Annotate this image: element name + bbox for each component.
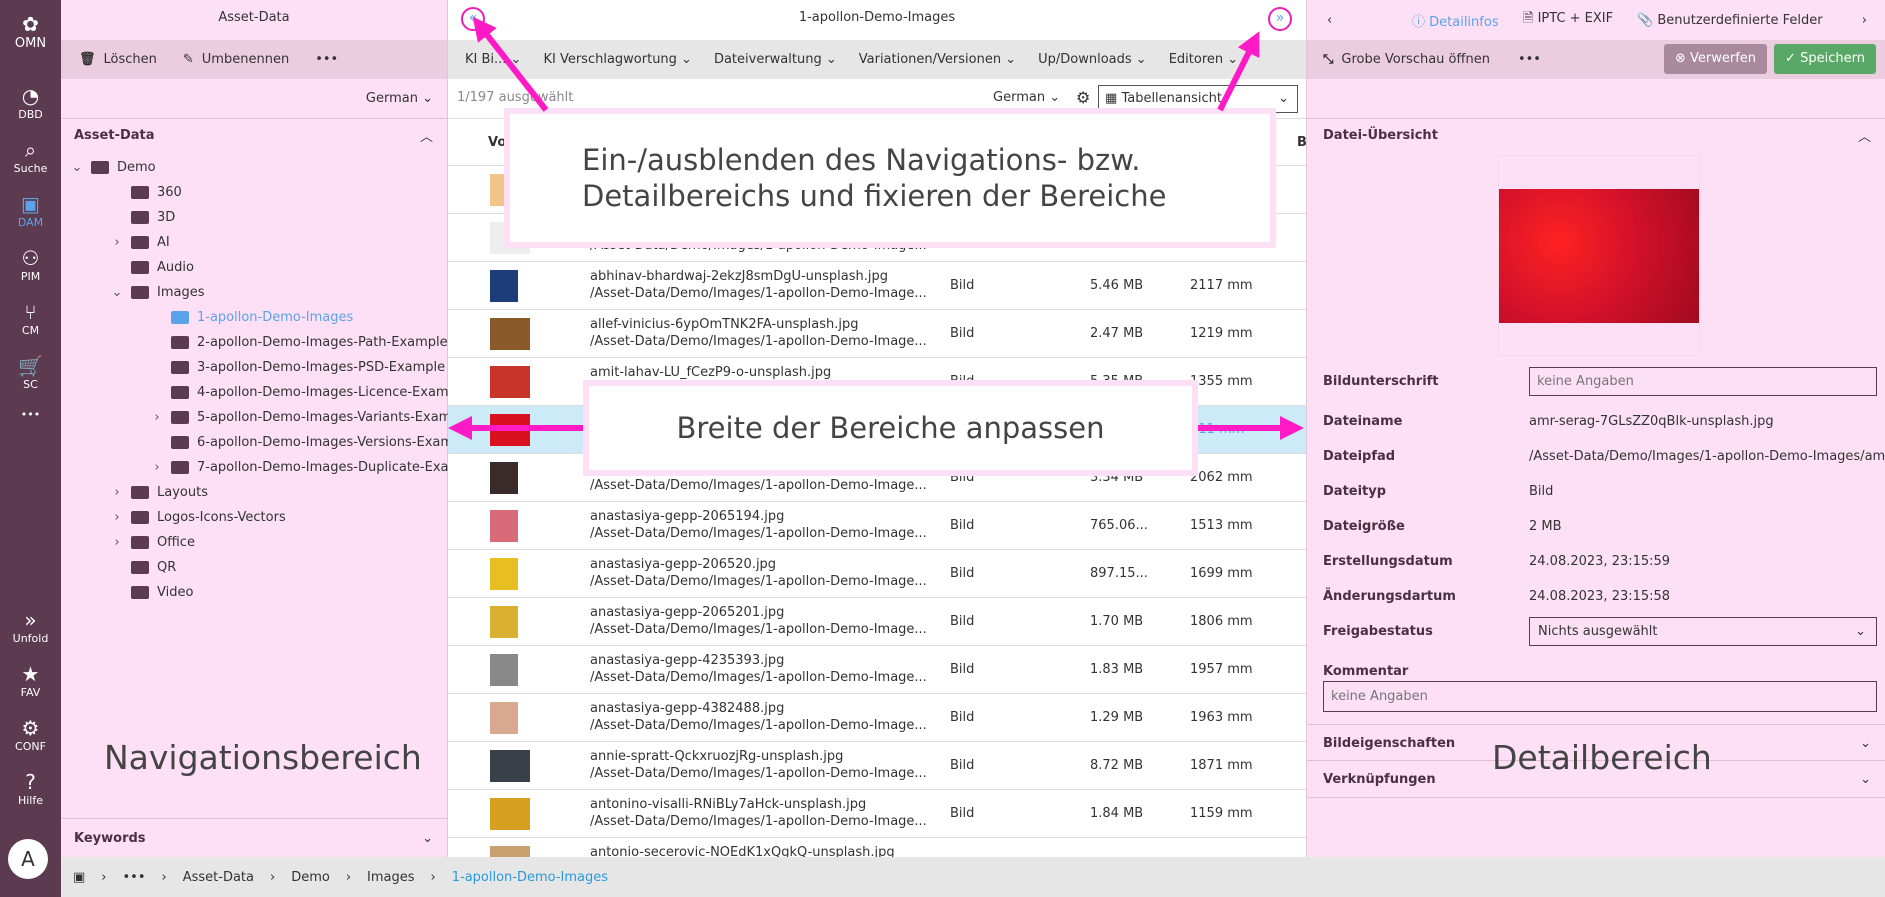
arrow-to-left-toggle	[472, 16, 549, 112]
annotation-arrows	[448, 16, 1304, 440]
arrow-to-right-toggle	[1217, 31, 1260, 112]
